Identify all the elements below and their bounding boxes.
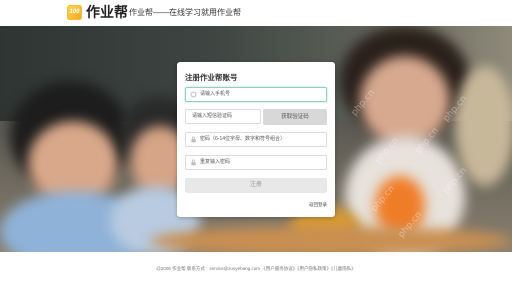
footer-copyright: @2006 作业帮 联系方式：service@zuoyebang.com 《用户… [156, 266, 356, 271]
phone-placeholder: 请输入手机号 [200, 91, 231, 97]
repeat-password-input[interactable]: 重复输入密码 [185, 155, 327, 170]
desk [150, 226, 512, 252]
password-placeholder: 密码（6-14位字母、数字和符号组合） [200, 136, 286, 142]
lock-icon [191, 136, 196, 143]
brand-name[interactable]: 作业帮 [86, 4, 128, 21]
sms-code-input[interactable]: 请输入短信验证码 [185, 109, 261, 124]
phone-icon [190, 91, 197, 98]
register-card: 注册作业帮账号 请输入手机号 请输入短信验证码 获取验证码 密码（6-14位字母… [177, 62, 335, 217]
register-title: 注册作业帮账号 [185, 73, 238, 82]
site-header: 100 作业帮 作业帮——在线学习就用作业帮 [0, 0, 512, 26]
lock-icon [191, 159, 196, 166]
header-slogan: 作业帮——在线学习就用作业帮 [129, 8, 241, 17]
repeat-password-placeholder: 重复输入密码 [200, 159, 231, 165]
password-input[interactable]: 密码（6-14位字母、数字和符号组合） [185, 132, 327, 147]
zuoyebang-logo-icon[interactable]: 100 [67, 5, 82, 20]
back-to-login-link[interactable]: 返回登录 [309, 202, 327, 208]
site-footer: @2006 作业帮 联系方式：service@zuoyebang.com 《用户… [0, 252, 512, 288]
sms-code-placeholder: 请输入短信验证码 [192, 113, 233, 119]
phone-input[interactable]: 请输入手机号 [185, 87, 327, 102]
get-sms-code-button[interactable]: 获取验证码 [263, 109, 327, 125]
register-submit-button[interactable]: 注册 [185, 178, 327, 193]
